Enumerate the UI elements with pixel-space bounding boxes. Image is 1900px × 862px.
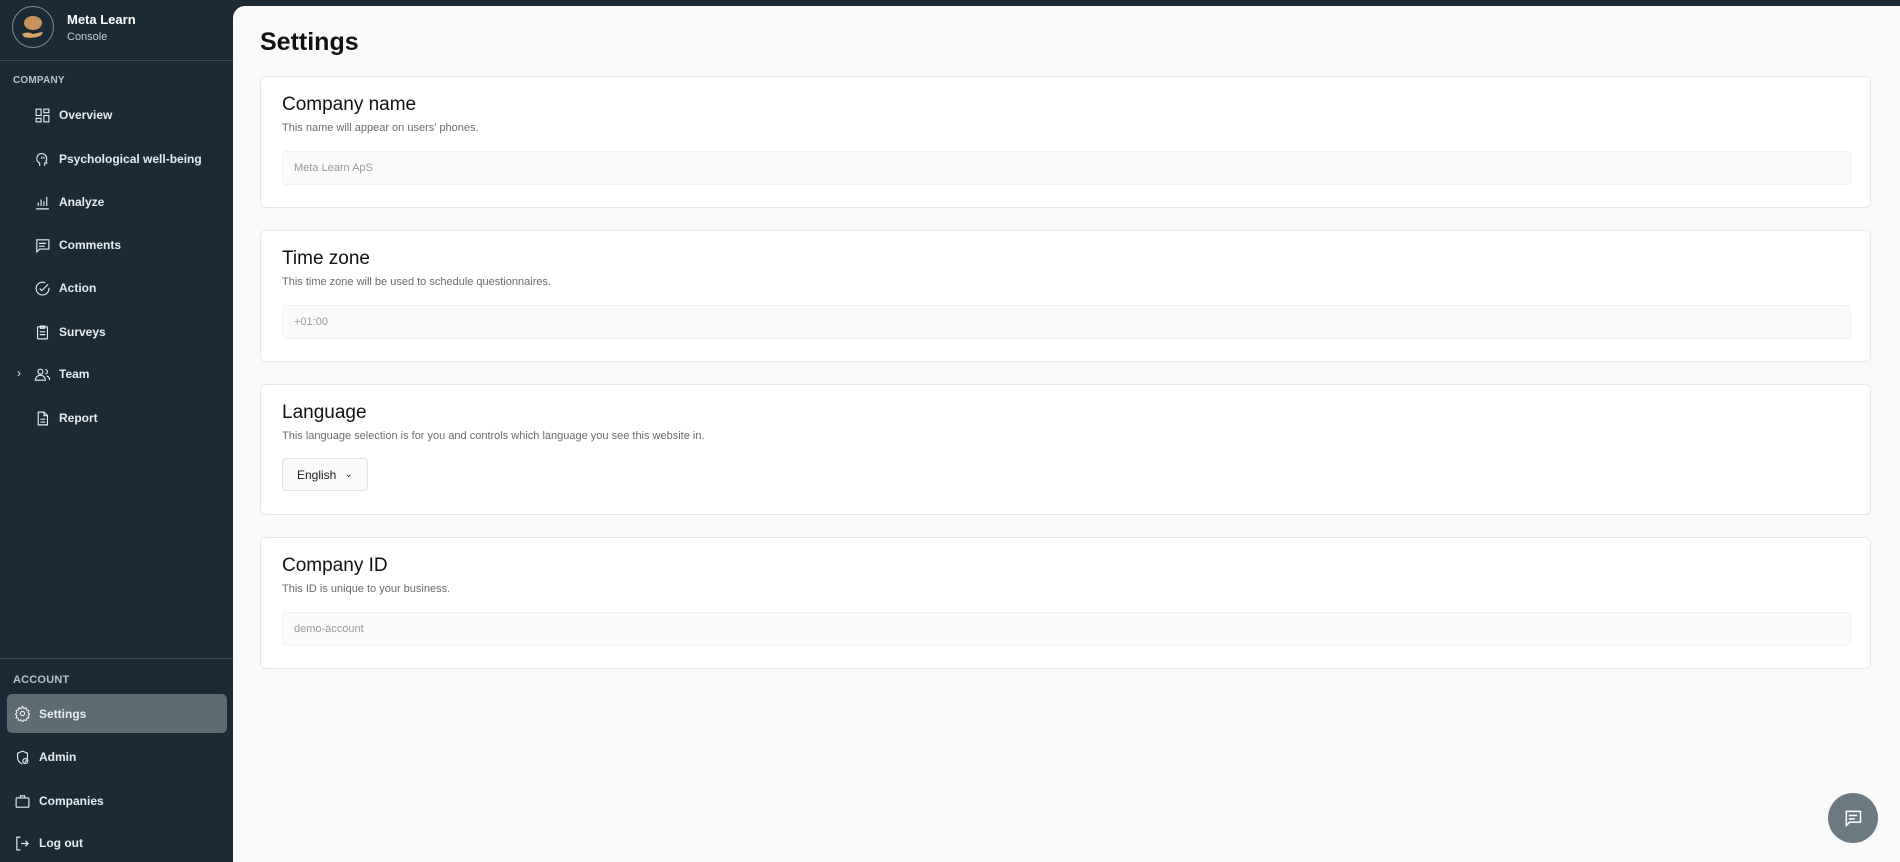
clipboard-icon: [36, 325, 49, 339]
document-icon: [37, 411, 49, 425]
divider: [0, 658, 233, 659]
logout-icon: [16, 836, 29, 850]
sidebar-item-label: Companies: [39, 794, 104, 808]
section-company: COMPANY: [13, 75, 65, 86]
sidebar-item-label: Analyze: [59, 195, 105, 209]
time-zone-card: Time zone This time zone will be used to…: [260, 230, 1871, 362]
chat-icon: [1845, 810, 1862, 828]
sidebar-item-analyze[interactable]: Analyze: [0, 185, 233, 219]
sidebar-item-companies[interactable]: Companies: [0, 784, 233, 818]
language-select[interactable]: English ⌄: [282, 458, 368, 491]
sidebar-item-comments[interactable]: Comments: [0, 228, 233, 262]
brain-hand-logo: [12, 6, 54, 48]
card-title: Company name: [282, 94, 417, 115]
users-icon: [34, 368, 51, 381]
company-name-card: Company name This name will appear on us…: [260, 76, 1871, 208]
sidebar-item-label: Overview: [59, 108, 113, 122]
sidebar-item-label: Surveys: [59, 325, 106, 339]
sidebar-item-label: Report: [59, 411, 98, 425]
sidebar-item-report[interactable]: Report: [0, 401, 233, 435]
brand[interactable]: Meta Learn Console: [12, 6, 136, 48]
chevron-down-icon: ⌄: [344, 469, 353, 480]
grid-icon: [35, 108, 50, 122]
comment-icon: [36, 238, 50, 253]
language-card: Language This language selection is for …: [260, 384, 1871, 515]
sidebar: Meta Learn Console COMPANY Overview Psyc…: [0, 0, 233, 862]
company-id-card: Company ID This ID is unique to your bus…: [260, 537, 1871, 669]
divider: [0, 60, 233, 61]
page-title: Settings: [260, 28, 359, 56]
card-description: This name will appear on users' phones.: [282, 122, 479, 134]
sidebar-item-label: Admin: [39, 750, 77, 764]
sidebar-item-label: Psychological well-being: [59, 152, 202, 166]
briefcase-icon: [15, 794, 30, 808]
card-description: This ID is unique to your business.: [282, 583, 451, 595]
sidebar-item-label: Team: [59, 367, 90, 381]
card-description: This time zone will be used to schedule …: [282, 276, 552, 288]
head-icon: [36, 152, 48, 166]
sidebar-item-settings[interactable]: Settings: [7, 694, 227, 733]
sidebar-item-label: Action: [59, 281, 97, 295]
sidebar-item-label: Settings: [39, 706, 87, 721]
chat-button[interactable]: [1828, 793, 1878, 843]
company-id-field[interactable]: demo-account: [282, 612, 1851, 646]
brand-name: Meta Learn: [67, 11, 136, 27]
time-zone-field[interactable]: +01:00: [282, 305, 1851, 339]
gear-icon: [14, 705, 31, 722]
sidebar-item-label: Log out: [39, 836, 83, 850]
sidebar-item-action[interactable]: Action: [0, 271, 233, 305]
card-description: This language selection is for you and c…: [282, 430, 705, 442]
card-title: Time zone: [282, 248, 370, 269]
check-circle-icon: [35, 281, 50, 295]
sidebar-item-psychological-well-being[interactable]: Psychological well-being: [0, 142, 233, 176]
sidebar-item-label: Comments: [59, 238, 122, 252]
bar-chart-icon: [36, 196, 49, 209]
company-name-field[interactable]: Meta Learn ApS: [282, 151, 1851, 185]
sidebar-item-overview[interactable]: Overview: [0, 98, 233, 132]
card-title: Company ID: [282, 555, 388, 576]
main-content: Settings Company name This name will app…: [233, 6, 1900, 862]
sidebar-item-surveys[interactable]: Surveys: [0, 315, 233, 349]
section-account: ACCOUNT: [13, 674, 70, 686]
sidebar-item-team[interactable]: Team: [0, 357, 233, 391]
language-selected: English: [297, 467, 337, 482]
sidebar-item-log-out[interactable]: Log out: [0, 826, 233, 860]
shield-user-icon: [16, 750, 29, 764]
brand-subtitle: Console: [67, 30, 108, 43]
sidebar-item-admin[interactable]: Admin: [0, 740, 233, 774]
card-title: Language: [282, 402, 367, 423]
